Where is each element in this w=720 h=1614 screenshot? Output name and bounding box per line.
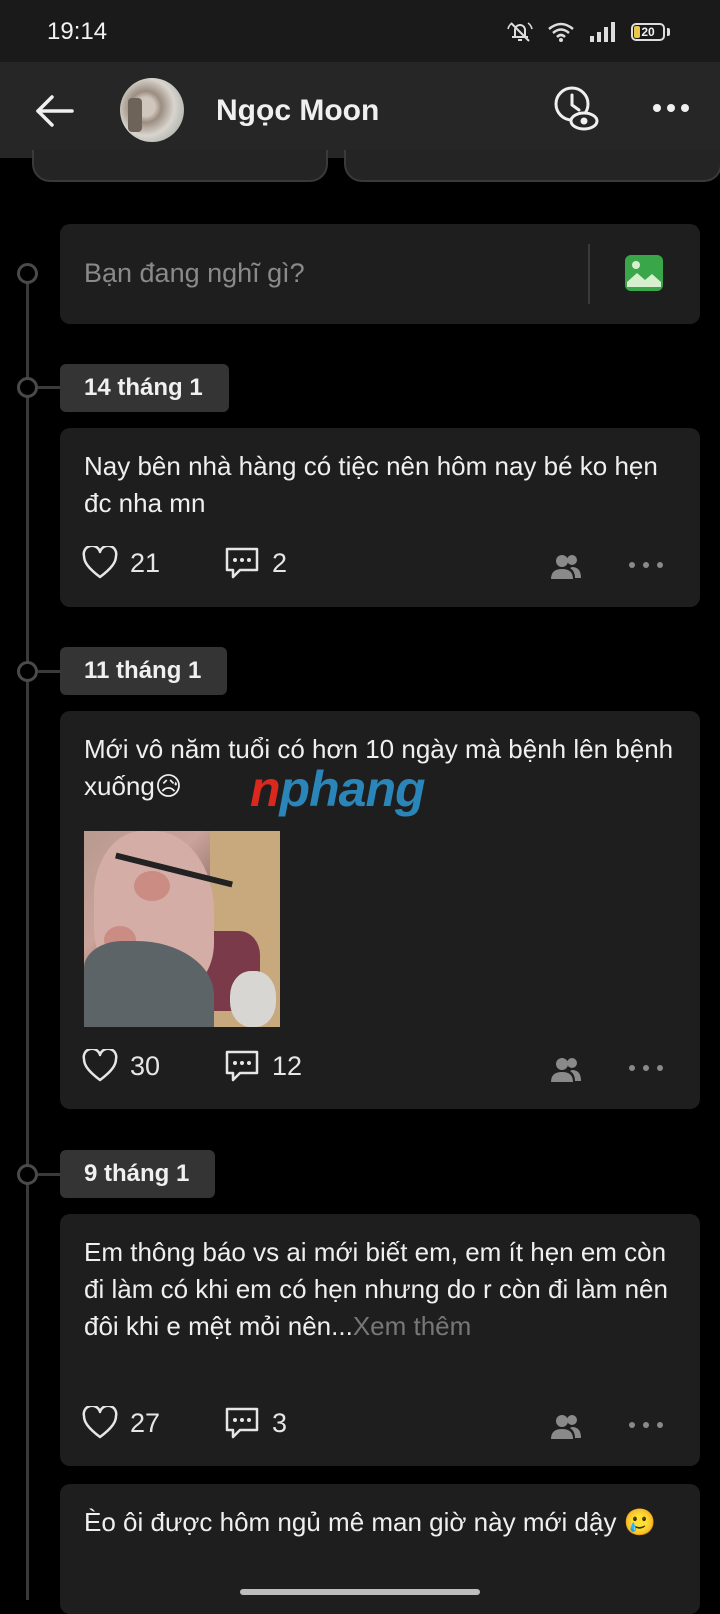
like-count: 30 (130, 1050, 161, 1081)
signal-icon (590, 22, 615, 42)
comment-button[interactable]: 3 (224, 1406, 287, 1440)
more-options-icon[interactable] (652, 98, 690, 118)
composer-divider (588, 244, 590, 304)
post-actions: 27 3 (82, 1406, 676, 1446)
photo-icon[interactable] (624, 254, 664, 292)
timeline-line (26, 282, 29, 1600)
timeline-link (38, 1173, 60, 1176)
post-more-icon[interactable] (628, 1061, 664, 1075)
post-emoji: 🥲 (623, 1507, 657, 1537)
tab-right[interactable] (344, 150, 720, 182)
friends-privacy-icon[interactable] (550, 1055, 582, 1083)
post-more-icon[interactable] (628, 1418, 664, 1432)
like-button[interactable]: 21 (82, 546, 160, 580)
like-count: 21 (130, 547, 161, 578)
status-icons: 20 (507, 20, 670, 44)
post-text[interactable]: Èo ôi được hôm ngủ mê man giờ này mới dậ… (84, 1504, 676, 1541)
status-composer[interactable]: Bạn đang nghĩ gì? (60, 224, 700, 324)
post-text[interactable]: Em thông báo vs ai mới biết em, em ít hẹ… (84, 1234, 676, 1345)
comment-count: 3 (272, 1407, 288, 1438)
battery-tip (667, 28, 670, 36)
post-date-badge: 9 tháng 1 (60, 1150, 216, 1198)
heart-icon (82, 546, 118, 579)
photo-mark (134, 871, 170, 901)
post-more-icon[interactable] (628, 558, 664, 572)
comment-button[interactable]: 12 (224, 1049, 302, 1083)
profile-header: Ngọc Moon (0, 62, 720, 158)
like-button[interactable]: 27 (82, 1406, 160, 1440)
timeline-link (38, 386, 60, 389)
photo-sock (230, 971, 276, 1027)
post-actions: 21 2 (82, 546, 676, 586)
wifi-icon (548, 22, 574, 42)
timeline-dot (17, 661, 38, 682)
post-date-badge: 14 tháng 1 (60, 364, 229, 412)
post-photo[interactable] (84, 831, 280, 1027)
profile-name[interactable]: Ngọc Moon (216, 94, 379, 128)
watermark-logo: nphang (250, 760, 426, 818)
mute-bell-icon (507, 22, 533, 42)
status-time: 19:14 (47, 18, 108, 45)
status-bar: 19:14 20 (0, 0, 720, 62)
timeline-dot (17, 1164, 38, 1185)
comment-icon (225, 1407, 259, 1439)
see-more-link[interactable]: Xem thêm (353, 1311, 472, 1341)
comment-icon (225, 1050, 259, 1082)
comment-count: 12 (272, 1050, 303, 1081)
post-text-body: Èo ôi được hôm ngủ mê man giờ này mới dậ… (84, 1507, 617, 1537)
post-emoji: 😥 (154, 771, 182, 801)
post-card[interactable]: Nay bên nhà hàng có tiệc nên hôm nay bé … (60, 428, 700, 607)
home-indicator[interactable] (240, 1589, 480, 1595)
post-date-badge: 11 tháng 1 (60, 647, 228, 695)
heart-icon (82, 1406, 118, 1439)
comment-button[interactable]: 2 (224, 546, 287, 580)
timeline-dot (17, 377, 38, 398)
like-button[interactable]: 30 (82, 1049, 160, 1083)
tab-left[interactable] (32, 150, 328, 182)
post-card[interactable]: Em thông báo vs ai mới biết em, em ít hẹ… (60, 1214, 700, 1466)
battery-level: 20 (641, 25, 655, 39)
comment-icon (225, 547, 259, 579)
post-text[interactable]: Nay bên nhà hàng có tiệc nên hôm nay bé … (84, 448, 676, 522)
view-history-icon[interactable] (553, 84, 599, 132)
friends-privacy-icon[interactable] (550, 552, 582, 580)
watermark-part: n (250, 761, 281, 817)
watermark-part: phang (279, 761, 426, 817)
comment-count: 2 (272, 547, 288, 578)
avatar[interactable] (120, 78, 184, 142)
heart-icon (82, 1049, 118, 1082)
back-arrow-icon[interactable] (34, 90, 76, 132)
battery-icon: 20 (631, 23, 665, 41)
composer-input[interactable]: Bạn đang nghĩ gì? (84, 258, 305, 289)
like-count: 27 (130, 1407, 161, 1438)
timeline-dot (17, 263, 38, 284)
post-actions: 30 12 (82, 1049, 676, 1089)
friends-privacy-icon[interactable] (550, 1412, 582, 1440)
timeline-link (38, 670, 60, 673)
